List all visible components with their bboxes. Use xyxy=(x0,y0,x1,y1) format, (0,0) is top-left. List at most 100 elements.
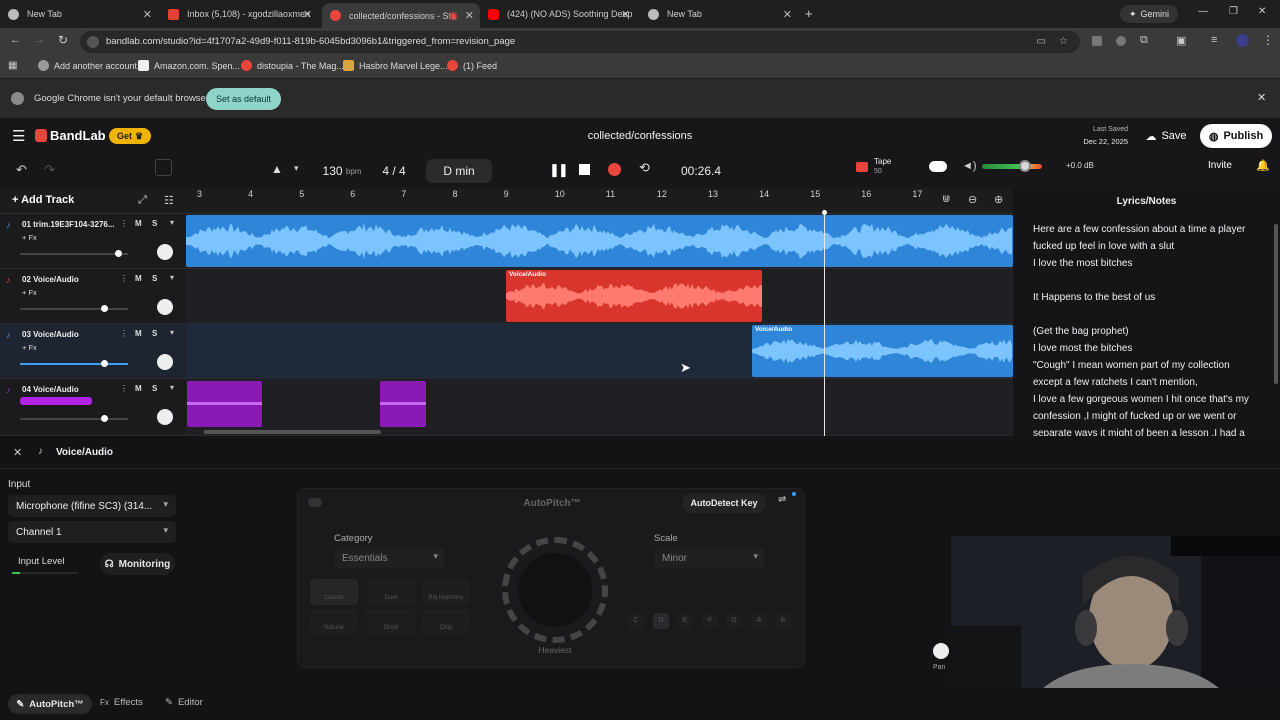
settings-sliders-icon[interactable]: ⇌ xyxy=(778,494,786,505)
effect-chip[interactable] xyxy=(20,397,92,405)
bookmark-item[interactable]: distoupia - The Mag... xyxy=(241,60,344,71)
chevron-down-icon[interactable]: ▾ xyxy=(170,273,174,282)
bell-icon[interactable]: 🔔 xyxy=(1256,159,1270,172)
tape-toggle[interactable] xyxy=(929,161,947,172)
bookmark-star-icon[interactable]: ☆ xyxy=(1059,31,1068,53)
brand-name[interactable]: BandLab xyxy=(50,128,106,143)
add-track-button[interactable]: + Add Track xyxy=(12,194,74,206)
track-header-3[interactable]: ♪ 03 Voice/Audio + Fx ⋮ M S ▾ xyxy=(0,324,186,379)
close-icon[interactable]: ✕ xyxy=(303,8,312,21)
track-volume-slider[interactable] xyxy=(20,415,128,422)
key-field[interactable]: D min xyxy=(426,159,492,183)
solo-button[interactable]: S xyxy=(152,219,157,228)
zoom-out-icon[interactable]: ⊖ xyxy=(968,193,977,206)
stop-icon[interactable] xyxy=(579,164,590,175)
playhead-handle[interactable] xyxy=(822,210,827,215)
reload-icon[interactable]: ↻ xyxy=(58,33,68,47)
master-volume-slider[interactable] xyxy=(982,160,1042,172)
snap-magnet-icon[interactable]: ⋓ xyxy=(942,194,950,205)
pan-knob[interactable] xyxy=(157,409,173,425)
volume-slider-handle[interactable] xyxy=(1019,160,1031,172)
sidepanel-icon[interactable]: ▣ xyxy=(1176,34,1186,47)
track-lane-2[interactable]: Voice/Audio xyxy=(186,269,1013,324)
browser-tab-active[interactable]: collected/confessions - Stu ◉ ✕ xyxy=(322,3,480,28)
audio-clip[interactable] xyxy=(186,215,1013,267)
get-membership-button[interactable]: Get ♛ xyxy=(109,128,151,144)
browser-tab[interactable]: New Tab ✕ xyxy=(648,4,798,24)
key-g[interactable]: G xyxy=(726,613,742,629)
close-icon[interactable]: ✕ xyxy=(465,9,474,22)
track-header-1[interactable]: ♪ 01 trim.19E3F104-3276... + Fx ⋮ M S ▾ xyxy=(0,214,186,269)
bookmark-item[interactable]: Amazon.com. Spen... xyxy=(138,60,240,71)
mute-button[interactable]: M xyxy=(135,329,142,338)
track-volume-slider[interactable] xyxy=(20,305,128,312)
invite-button[interactable]: Invite xyxy=(1208,160,1232,171)
mode-big-harmony[interactable]: Big Harmony xyxy=(422,579,470,605)
mute-button[interactable]: M xyxy=(135,219,142,228)
tab-editor[interactable]: ✎ Editor xyxy=(165,697,203,708)
more-icon[interactable]: ⋮ xyxy=(120,384,128,393)
close-icon[interactable]: ✕ xyxy=(783,8,792,21)
mode-chip[interactable]: Chip xyxy=(422,609,470,635)
url-field[interactable]: bandlab.com/studio?id=4f1707a2-49d9-f011… xyxy=(80,31,1080,53)
slider-handle[interactable] xyxy=(101,415,108,422)
add-fx-button[interactable]: + Fx xyxy=(22,288,37,297)
hamburger-menu-icon[interactable]: ☰ xyxy=(12,127,25,145)
extension-icon[interactable] xyxy=(1116,36,1126,46)
track-lane-4[interactable] xyxy=(186,379,1013,436)
loop-icon[interactable]: ⟲ xyxy=(639,160,650,176)
more-icon[interactable]: ⋮ xyxy=(120,274,128,283)
category-select[interactable]: Essentials ▾ xyxy=(334,547,444,569)
scale-select[interactable]: Minor ▾ xyxy=(654,547,764,569)
add-fx-button[interactable]: + Fx xyxy=(22,233,37,242)
tab-autopitch[interactable]: ✎ AutoPitch™ xyxy=(8,694,92,714)
solo-button[interactable]: S xyxy=(152,274,157,283)
playhead[interactable] xyxy=(824,210,825,436)
maximize-icon[interactable]: ❐ xyxy=(1229,6,1238,17)
gemini-button[interactable]: ✦ Gemini xyxy=(1120,5,1178,23)
more-icon[interactable]: ⋮ xyxy=(120,219,128,228)
chevron-down-icon[interactable]: ▾ xyxy=(170,383,174,392)
mode-natural[interactable]: Natural xyxy=(310,609,358,635)
apps-grid-icon[interactable]: ▦ xyxy=(8,60,17,71)
close-icon[interactable]: ✕ xyxy=(13,446,22,459)
wand-icon[interactable]: ⤢ xyxy=(138,194,147,207)
timeline-ruler[interactable]: 3 4 5 6 7 8 9 10 11 12 13 14 15 16 17 xyxy=(186,188,1013,214)
browser-tab[interactable]: Inbox (5,108) - xgodzillaoxmen ✕ xyxy=(168,4,318,24)
solo-button[interactable]: S xyxy=(152,384,157,393)
bookmark-item[interactable]: Add another account xyxy=(38,60,137,71)
puzzle-icon[interactable]: ⧉ xyxy=(1140,34,1148,47)
profile-avatar[interactable] xyxy=(1236,34,1249,47)
key-d[interactable]: D xyxy=(653,613,669,629)
set-default-button[interactable]: Set as default xyxy=(206,88,281,110)
audio-clip[interactable] xyxy=(187,381,262,427)
key-b[interactable]: B xyxy=(775,613,791,629)
key-f[interactable]: F xyxy=(702,613,718,629)
bookmark-item[interactable]: Hasbro Marvel Lege... xyxy=(343,60,448,71)
pan-knob[interactable] xyxy=(157,299,173,315)
autopitch-amount-knob[interactable] xyxy=(502,537,608,643)
track-header-2[interactable]: ♪ 02 Voice/Audio + Fx ⋮ M S ▾ xyxy=(0,269,186,324)
microphone-select[interactable]: Microphone (fifine SC3) (314... ▾ xyxy=(8,495,176,517)
close-icon[interactable]: ✕ xyxy=(1257,91,1266,104)
downloads-icon[interactable]: ≡ xyxy=(1211,34,1217,46)
monitoring-button[interactable]: ☊ Monitoring xyxy=(100,553,175,575)
channel-select[interactable]: Channel 1 ▾ xyxy=(8,521,176,543)
tab-effects[interactable]: Fx Effects xyxy=(100,697,143,708)
save-button[interactable]: ☁ Save xyxy=(1137,125,1195,147)
mixer-icon[interactable] xyxy=(155,159,172,176)
key-e[interactable]: E xyxy=(677,613,693,629)
record-icon[interactable] xyxy=(608,163,621,176)
key-a[interactable]: A xyxy=(751,613,767,629)
track-name[interactable]: 02 Voice/Audio xyxy=(22,275,117,284)
mute-button[interactable]: M xyxy=(135,384,142,393)
track-header-4[interactable]: ♪ 04 Voice/Audio ⋮ M S ▾ xyxy=(0,379,186,436)
track-lane-3[interactable]: Voice/Audio xyxy=(186,324,1013,379)
new-tab-icon[interactable]: + xyxy=(805,6,813,21)
track-name[interactable]: 04 Voice/Audio xyxy=(22,385,117,394)
pan-knob[interactable] xyxy=(157,244,173,260)
tape-icon[interactable] xyxy=(856,162,868,172)
metronome-icon[interactable]: ▲ xyxy=(271,162,283,176)
tempo-field[interactable]: 130 bpm xyxy=(314,159,370,183)
chevron-down-icon[interactable]: ▾ xyxy=(294,163,299,174)
